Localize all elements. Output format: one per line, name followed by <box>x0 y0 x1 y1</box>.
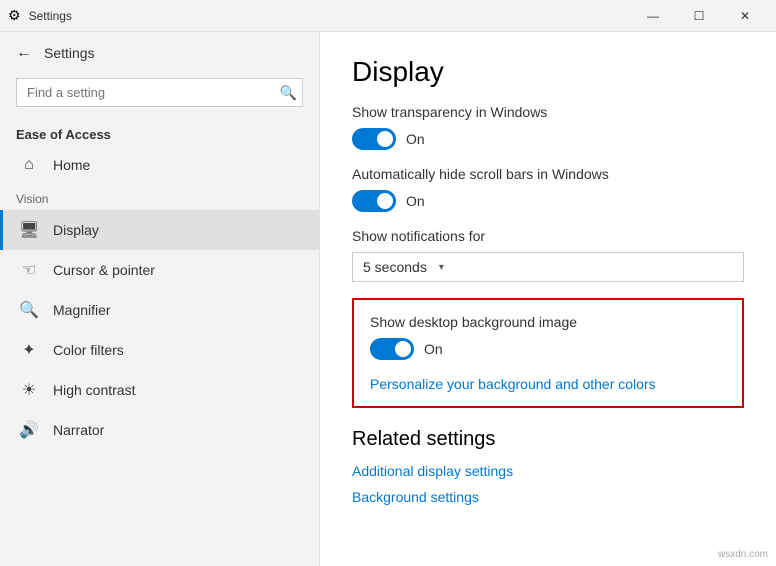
sidebar-header: ← Settings <box>0 32 319 74</box>
notifications-dropdown[interactable]: 5 seconds ▾ <box>352 252 744 282</box>
sidebar-item-label-cursor: Cursor & pointer <box>53 262 155 278</box>
magnifier-icon: 🔍 <box>19 300 39 320</box>
transparency-label: Show transparency in Windows <box>352 104 744 120</box>
notifications-label: Show notifications for <box>352 228 744 244</box>
title-bar-controls: — ☐ ✕ <box>630 0 768 32</box>
minimize-button[interactable]: — <box>630 0 676 32</box>
notifications-dropdown-value: 5 seconds <box>363 259 427 275</box>
search-box: 🔍 <box>16 78 303 107</box>
colorfilters-icon: ✦ <box>19 340 39 360</box>
highcontrast-icon: ☀ <box>19 380 39 400</box>
scrollbars-label: Automatically hide scroll bars in Window… <box>352 166 744 182</box>
sidebar-item-label-narrator: Narrator <box>53 422 104 438</box>
desktop-background-label: Show desktop background image <box>370 314 726 330</box>
title-bar-title: Settings <box>29 9 72 23</box>
related-settings-section: Related settings Additional display sett… <box>352 428 744 505</box>
sidebar-item-colorfilters[interactable]: ✦ Color filters <box>0 330 319 370</box>
chevron-down-icon: ▾ <box>439 262 444 273</box>
app-body: ← Settings 🔍 Ease of Access ⌂ Home Visio… <box>0 32 776 566</box>
maximize-button[interactable]: ☐ <box>676 0 722 32</box>
transparency-toggle-label: On <box>406 131 425 147</box>
sidebar-item-label-magnifier: Magnifier <box>53 302 111 318</box>
search-icon-button[interactable]: 🔍 <box>280 84 297 101</box>
back-button[interactable]: ← <box>16 44 32 62</box>
sidebar-item-highcontrast[interactable]: ☀ High contrast <box>0 370 319 410</box>
cursor-icon: ☜ <box>19 260 39 280</box>
main-content: Display Show transparency in Windows On … <box>320 32 776 566</box>
desktop-background-box: Show desktop background image On Persona… <box>352 298 744 408</box>
sidebar-item-label-colorfilters: Color filters <box>53 342 124 358</box>
personalize-link[interactable]: Personalize your background and other co… <box>370 376 656 392</box>
sidebar-item-label-home: Home <box>53 157 90 173</box>
vision-section-label: Vision <box>0 184 319 210</box>
notifications-setting: Show notifications for 5 seconds ▾ <box>352 228 744 282</box>
settings-window-icon: ⚙ <box>8 7 21 24</box>
sidebar-item-magnifier[interactable]: 🔍 Magnifier <box>0 290 319 330</box>
transparency-toggle[interactable] <box>352 128 396 150</box>
narrator-icon: 🔊 <box>19 420 39 440</box>
home-icon: ⌂ <box>19 156 39 174</box>
title-bar: ⚙ Settings — ☐ ✕ <box>0 0 776 32</box>
transparency-setting: Show transparency in Windows On <box>352 104 744 150</box>
transparency-toggle-row: On <box>352 128 744 150</box>
sidebar-item-narrator[interactable]: 🔊 Narrator <box>0 410 319 450</box>
additional-display-link[interactable]: Additional display settings <box>352 463 744 479</box>
title-bar-left: ⚙ Settings <box>8 7 72 24</box>
scrollbars-setting: Automatically hide scroll bars in Window… <box>352 166 744 212</box>
desktop-background-toggle-row: On <box>370 338 726 360</box>
close-button[interactable]: ✕ <box>722 0 768 32</box>
scrollbars-toggle-label: On <box>406 193 425 209</box>
scrollbars-toggle-row: On <box>352 190 744 212</box>
search-input[interactable] <box>16 78 303 107</box>
display-icon: 🖥 <box>19 220 39 240</box>
sidebar-item-cursor[interactable]: ☜ Cursor & pointer <box>0 250 319 290</box>
desktop-background-toggle[interactable] <box>370 338 414 360</box>
page-title: Display <box>352 56 744 88</box>
sidebar-item-label-highcontrast: High contrast <box>53 382 135 398</box>
related-settings-title: Related settings <box>352 428 744 451</box>
desktop-background-toggle-label: On <box>424 341 443 357</box>
sidebar-item-home[interactable]: ⌂ Home <box>0 146 319 184</box>
scrollbars-toggle[interactable] <box>352 190 396 212</box>
background-settings-link[interactable]: Background settings <box>352 489 744 505</box>
sidebar-app-title: Settings <box>44 45 95 61</box>
sidebar: ← Settings 🔍 Ease of Access ⌂ Home Visio… <box>0 32 320 566</box>
ease-of-access-heading: Ease of Access <box>0 119 319 146</box>
sidebar-item-display[interactable]: 🖥 Display <box>0 210 319 250</box>
sidebar-item-label-display: Display <box>53 222 99 238</box>
